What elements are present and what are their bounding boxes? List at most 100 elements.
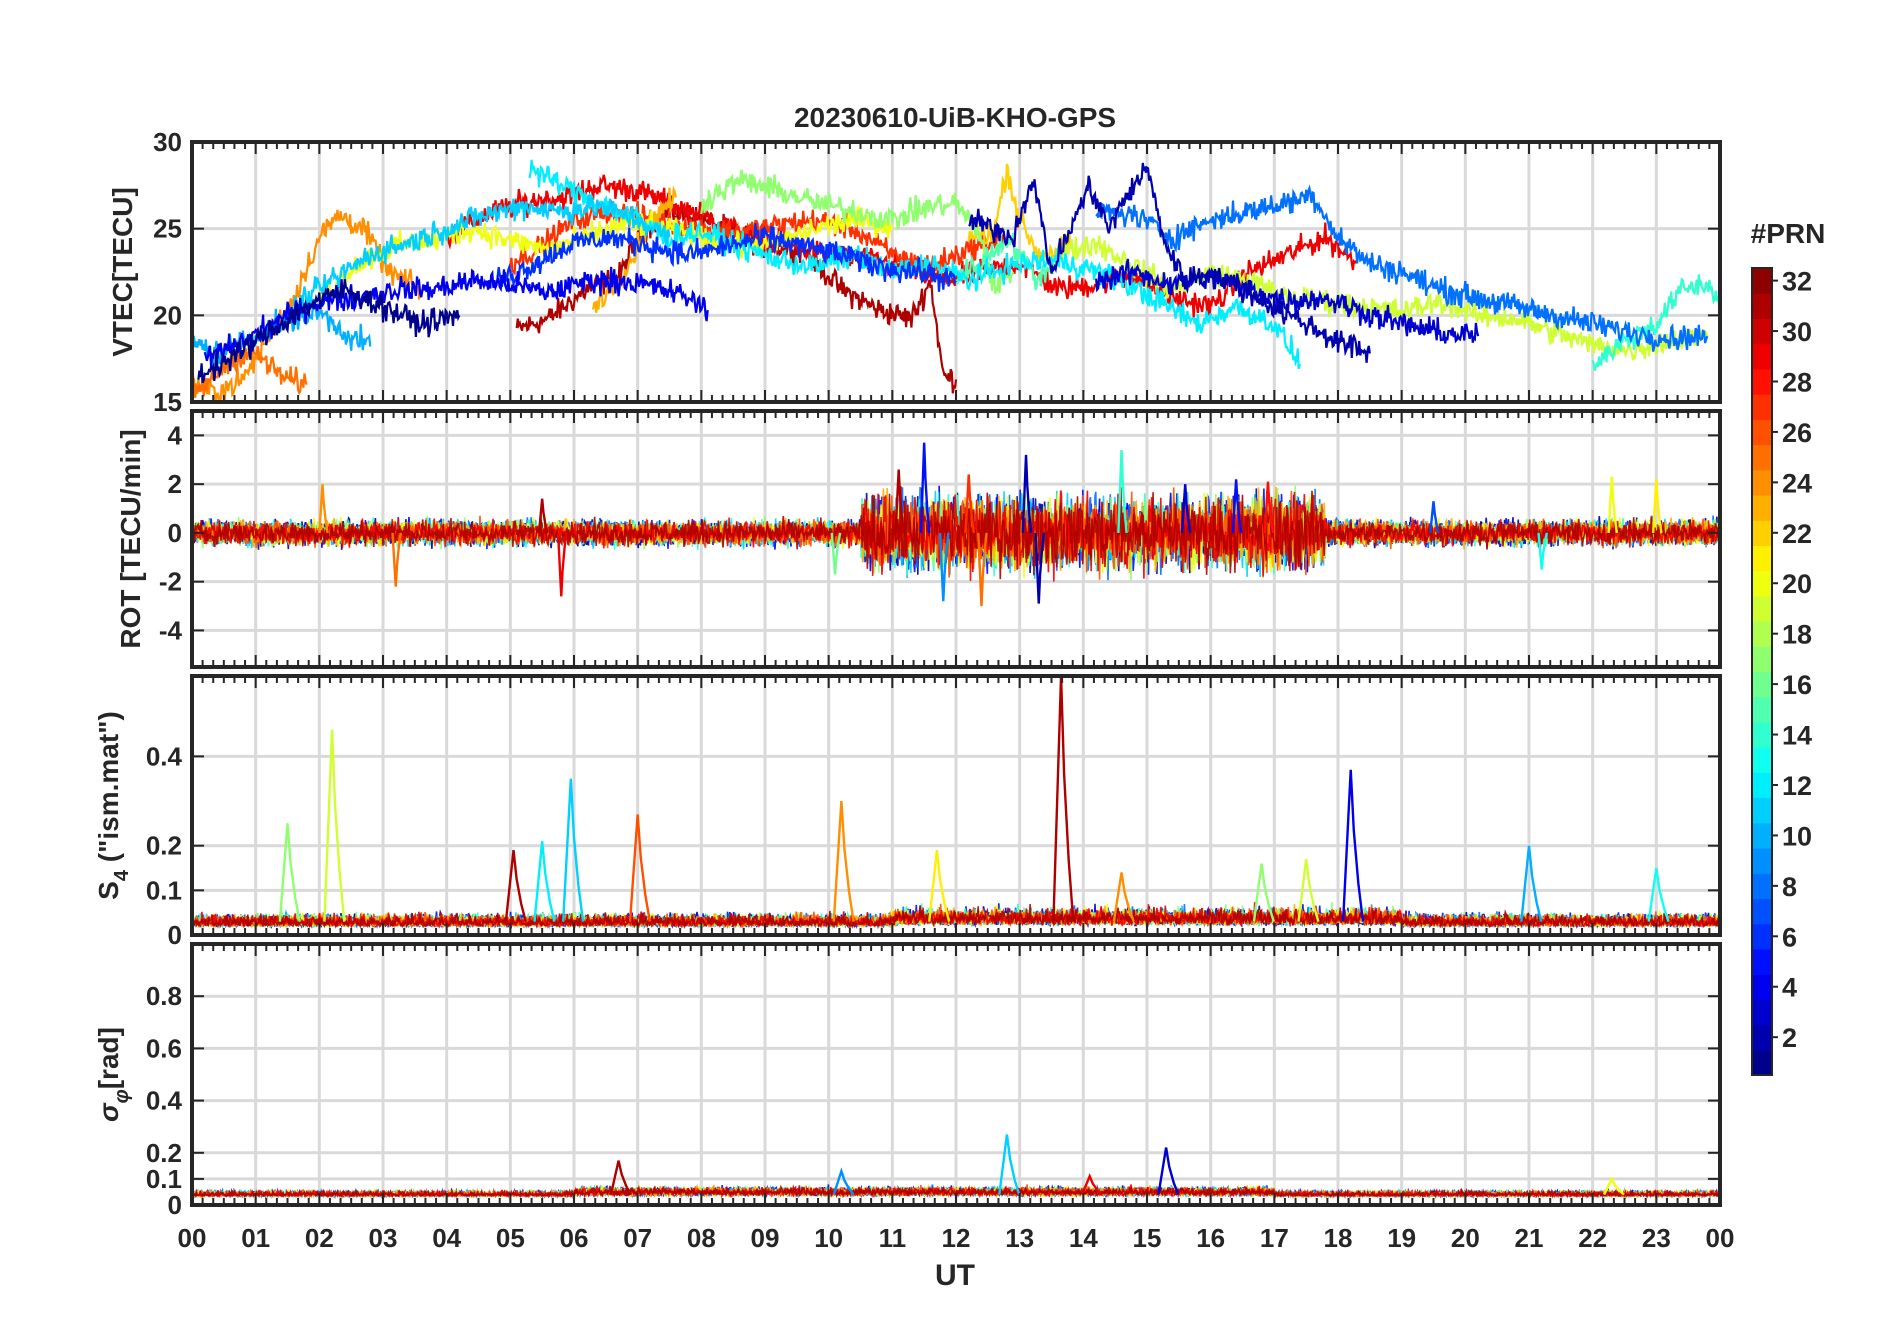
x-tick-label: 13 (1005, 1223, 1034, 1253)
x-tick-label: 08 (687, 1223, 716, 1253)
colorbar-tick-label: 24 (1782, 468, 1812, 498)
chart-title: 20230610-UiB-KHO-GPS (794, 102, 1116, 133)
colorbar-tick-label: 20 (1782, 569, 1812, 599)
x-tick-label: 03 (369, 1223, 398, 1253)
x-tick-label: 00 (178, 1223, 207, 1253)
colorbar-segment (1752, 873, 1772, 900)
y-tick-label: 2 (168, 469, 182, 499)
colorbar-segment (1752, 621, 1772, 647)
y-tick-label: 0.1 (146, 1164, 182, 1194)
colorbar-segment (1752, 343, 1772, 370)
colorbar-segment (1752, 570, 1772, 597)
colorbar-segment (1752, 1049, 1772, 1076)
y-tick-label: 0.6 (146, 1033, 182, 1063)
colorbar-segment (1752, 595, 1772, 622)
y-tick-label: 4 (168, 420, 183, 450)
colorbar-segment (1752, 646, 1772, 673)
x-tick-label: 21 (1515, 1223, 1544, 1253)
colorbar-segment (1752, 923, 1772, 950)
x-tick-label: 16 (1196, 1223, 1225, 1253)
colorbar-segment (1752, 671, 1772, 698)
x-tick-label: 05 (496, 1223, 525, 1253)
y-tick-label: 0.4 (146, 741, 183, 771)
colorbar-segment (1752, 848, 1772, 874)
colorbar-tick-label: 10 (1782, 821, 1812, 851)
x-axis-label: UT (935, 1259, 975, 1292)
y-axis-label: σφ[rad] (93, 1027, 133, 1122)
colorbar-tick-label: 2 (1782, 1023, 1797, 1053)
y-tick-label: 0 (168, 920, 182, 950)
y-axis-label: S4 ("ism.mat") (93, 711, 133, 900)
panel-1: 15 20 25 30 VTEC[TECU] (107, 127, 1722, 417)
x-tick-label: 07 (623, 1223, 652, 1253)
colorbar-tick-label: 18 (1782, 620, 1812, 650)
colorbar-segment (1752, 469, 1772, 496)
panel-3: 0 0.1 0.2 0.4 S4 ("ism.mat") (93, 674, 1722, 950)
colorbar-segment (1752, 898, 1772, 925)
y-tick-label: 0.2 (146, 831, 182, 861)
x-tick-label: 19 (1387, 1223, 1416, 1253)
y-tick-label: -2 (159, 567, 182, 597)
x-tick-label: 10 (814, 1223, 843, 1253)
colorbar-segment (1752, 1024, 1772, 1051)
chart-figure: 20230610-UiB-KHO-GPS 15202530VTEC[TECU]-… (93, 102, 1826, 1292)
y-axis-label: VTEC[TECU] (107, 187, 138, 357)
colorbar-segment (1752, 797, 1772, 824)
x-tick-label: 15 (1133, 1223, 1162, 1253)
y-tick-label: 0 (168, 1190, 182, 1220)
x-tick-label: 01 (241, 1223, 270, 1253)
x-tick-label: 17 (1260, 1223, 1289, 1253)
colorbar-segment (1752, 545, 1772, 572)
panel-4: 00.10.2 0.4 0.6 0.8 σφ[rad] (93, 942, 1722, 1220)
colorbar-segment (1752, 419, 1772, 446)
y-tick-label: 15 (153, 387, 182, 417)
colorbar-segment (1752, 696, 1772, 723)
colorbar-tick-label: 6 (1782, 922, 1797, 952)
colorbar-tick-label: 12 (1782, 771, 1812, 801)
colorbar-segment (1752, 368, 1772, 395)
y-tick-label: 25 (153, 214, 182, 244)
colorbar-segment (1752, 394, 1772, 420)
colorbar-tick-label: 32 (1782, 267, 1812, 297)
y-axis-label: ROT [TECU/min] (115, 429, 146, 648)
x-tick-label: 14 (1069, 1223, 1098, 1253)
x-tick-label: 09 (751, 1223, 780, 1253)
colorbar-tick-label: 16 (1782, 670, 1812, 700)
colorbar-segment (1752, 772, 1772, 799)
colorbar-segment (1752, 822, 1772, 849)
x-tick-label: 12 (942, 1223, 971, 1253)
y-tick-label: 0.2 (146, 1138, 182, 1168)
panel-2: -4 -2 0 2 4 ROT [TECU/min] (115, 409, 1722, 669)
y-tick-label: 20 (153, 300, 182, 330)
x-tick-label: 20 (1451, 1223, 1480, 1253)
x-tick-label: 02 (305, 1223, 334, 1253)
y-tick-label: 0.4 (146, 1086, 183, 1116)
colorbar-segment (1752, 721, 1772, 748)
colorbar-segment (1752, 747, 1772, 773)
y-tick-label: 0 (168, 518, 182, 548)
x-tick-label: 23 (1642, 1223, 1671, 1253)
y-tick-label: 0.8 (146, 981, 182, 1011)
x-tick-label: 11 (879, 1223, 907, 1253)
colorbar-tick-label: 14 (1782, 721, 1812, 751)
colorbar-label: #PRN (1751, 218, 1826, 249)
colorbar-segment (1752, 974, 1772, 1000)
colorbar-segment (1752, 494, 1772, 521)
x-tick-label: 22 (1578, 1223, 1607, 1253)
colorbar-tick-label: 8 (1782, 872, 1797, 902)
colorbar-segment (1752, 318, 1772, 345)
x-tick-label: 18 (1324, 1223, 1353, 1253)
y-tick-label: -4 (159, 615, 183, 645)
x-tick-label: 00 (1706, 1223, 1735, 1253)
colorbar-segment (1752, 948, 1772, 975)
colorbar-segment (1752, 999, 1772, 1026)
x-tick-label: 04 (432, 1223, 461, 1253)
colorbar-tick-label: 4 (1782, 973, 1797, 1003)
colorbar-segment (1752, 520, 1772, 547)
y-tick-label: 30 (153, 127, 182, 157)
colorbar-tick-label: 30 (1782, 317, 1812, 347)
x-tick-label: 06 (560, 1223, 589, 1253)
colorbar-segment (1752, 444, 1772, 471)
y-tick-label: 0.1 (146, 875, 182, 905)
colorbar-tick-label: 26 (1782, 418, 1812, 448)
